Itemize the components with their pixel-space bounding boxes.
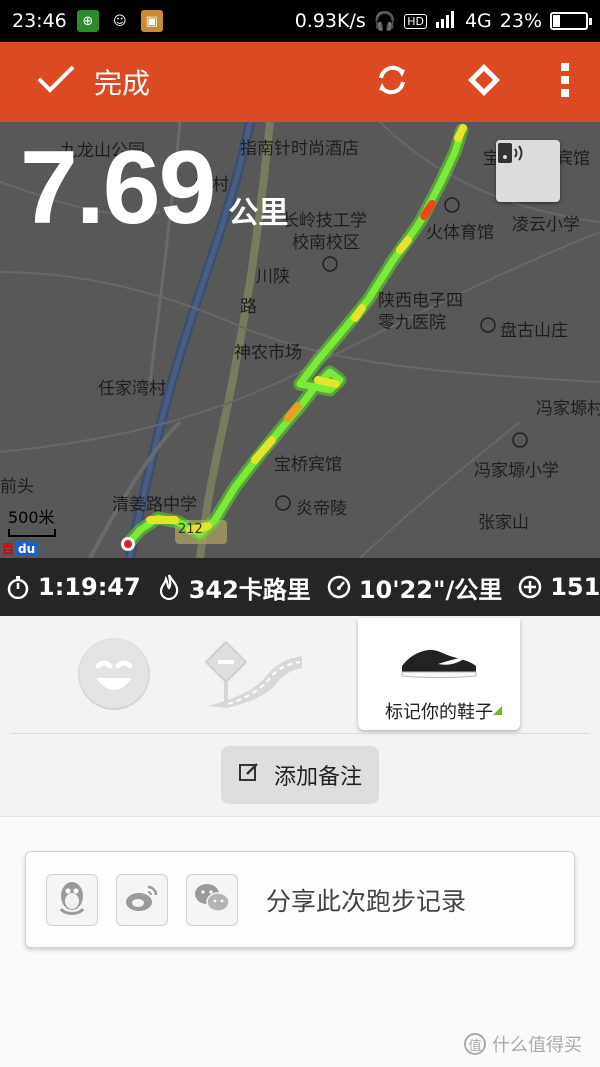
dropdown-corner-icon [493,706,502,715]
smiley-face-icon [80,640,148,708]
package-notification-icon: ▣ [140,10,163,32]
sync-icon [373,61,411,103]
wechat-icon [193,882,231,918]
shoe-tag-tab[interactable]: 标记你的鞋子 [358,618,520,730]
share-wechat-button[interactable] [186,873,238,926]
map-scale: 500米 [8,504,56,537]
map-label: 校南校区 [292,233,360,253]
speedometer-icon [327,575,351,599]
map-label: 川陕 [256,267,290,287]
running-shoe-icon [401,649,477,678]
distance-readout: 7.69 公里 [20,136,288,240]
stats-bar: 1:19:47 342卡路里 10'22"/公里 1517 [0,558,600,616]
map-label: 冯家塬村 [536,399,600,419]
share-section: 分享此次跑步记录 值 什么值得买 [0,816,600,1067]
distance-unit: 公里 [228,196,289,231]
calories-stat: 342卡路里 [157,570,311,605]
add-note-button[interactable]: 添加备注 [221,746,379,804]
security-app-icon: ⊕ [76,10,99,32]
map-label: 凌云小学 [512,215,580,235]
share-label: 分享此次跑步记录 [266,886,467,916]
map-label: 冯家塬小学 [474,461,559,481]
duration-value: 1:19:47 [38,573,141,601]
route-diamond-icon [466,62,502,102]
map-label: 清姜路中学 [112,495,197,515]
route-map[interactable]: 九龙山公园 指南针时尚酒店 宝 宾馆 铺村 长岭技工学 校南校区 火体育馆 凌云… [0,122,600,558]
status-bar: 23:46 ⊕ ☺ ▣ 0.93K/s 🎧 HD 4G 23% [0,0,600,42]
map-label: 神农市场 [234,343,302,363]
road-number: 212 [178,522,203,537]
map-label: 盘古山庄 [500,321,568,341]
map-provider-logo: 百 du [2,542,38,556]
qq-penguin-icon [55,879,89,921]
map-label: 路 [240,297,257,317]
route-button[interactable] [438,42,530,122]
map-label: 任家湾村 [98,379,166,399]
share-weibo-button[interactable] [116,873,168,926]
terrain-selector[interactable] [198,638,308,710]
sync-button[interactable] [346,42,438,122]
map-label: 张家山 [478,513,529,533]
calories-value: 342卡路里 [188,575,311,604]
more-menu-button[interactable] [530,42,600,122]
elevation-value: 1517 [550,573,600,601]
map-label: 零九医院 [378,313,446,333]
add-note-label: 添加备注 [273,765,362,790]
more-vertical-icon [560,63,570,101]
battery-icon [550,12,592,30]
hd-badge: HD [404,13,427,29]
divider [10,733,590,734]
done-label: 完成 [94,67,151,100]
qq-notification-icon: ☺ [112,13,127,29]
status-time: 23:46 [12,10,67,32]
elevation-plus-icon [518,575,542,599]
map-label: 宝桥宾馆 [274,455,342,475]
distance-value: 7.69 [20,130,216,246]
share-card[interactable]: 分享此次跑步记录 [25,851,575,948]
top-toolbar: 完成 [0,42,600,122]
pace-value: 10'22"/公里 [358,575,503,604]
map-label: 宾馆 [556,149,590,169]
duration-stat: 1:19:47 [6,573,141,601]
pace-stat: 10'22"/公里 [327,570,502,605]
elevation-stat: 1517 [518,573,600,601]
done-button[interactable]: 完成 [0,62,150,102]
scale-label: 500米 [8,508,55,527]
map-label: 前头 [0,477,34,497]
headphone-icon: 🎧 [373,10,397,32]
scale-bar [8,529,56,537]
network-speed: 0.93K/s [294,10,366,32]
edit-note-icon [238,761,260,789]
map-label: 火体育馆 [426,223,494,243]
checkmark-icon [36,64,76,101]
watermark-logo-icon: 值 [464,1033,486,1055]
signal-icon [435,10,457,33]
voice-report-button[interactable] [496,140,560,202]
feeling-selector[interactable] [78,638,150,710]
run-tag-panel: 标记你的鞋子 添加备注 [0,616,600,816]
road-sign-icon [204,640,302,708]
network-type: 4G [464,10,492,32]
weibo-icon [124,883,160,917]
battery-percent: 23% [499,10,542,32]
watermark-text: 什么值得买 [492,1035,582,1056]
flame-icon [157,574,181,600]
share-qq-button[interactable] [46,873,98,926]
watermark: 值 什么值得买 [464,1031,582,1057]
map-label: 炎帝陵 [296,499,347,519]
stopwatch-icon [6,575,30,599]
